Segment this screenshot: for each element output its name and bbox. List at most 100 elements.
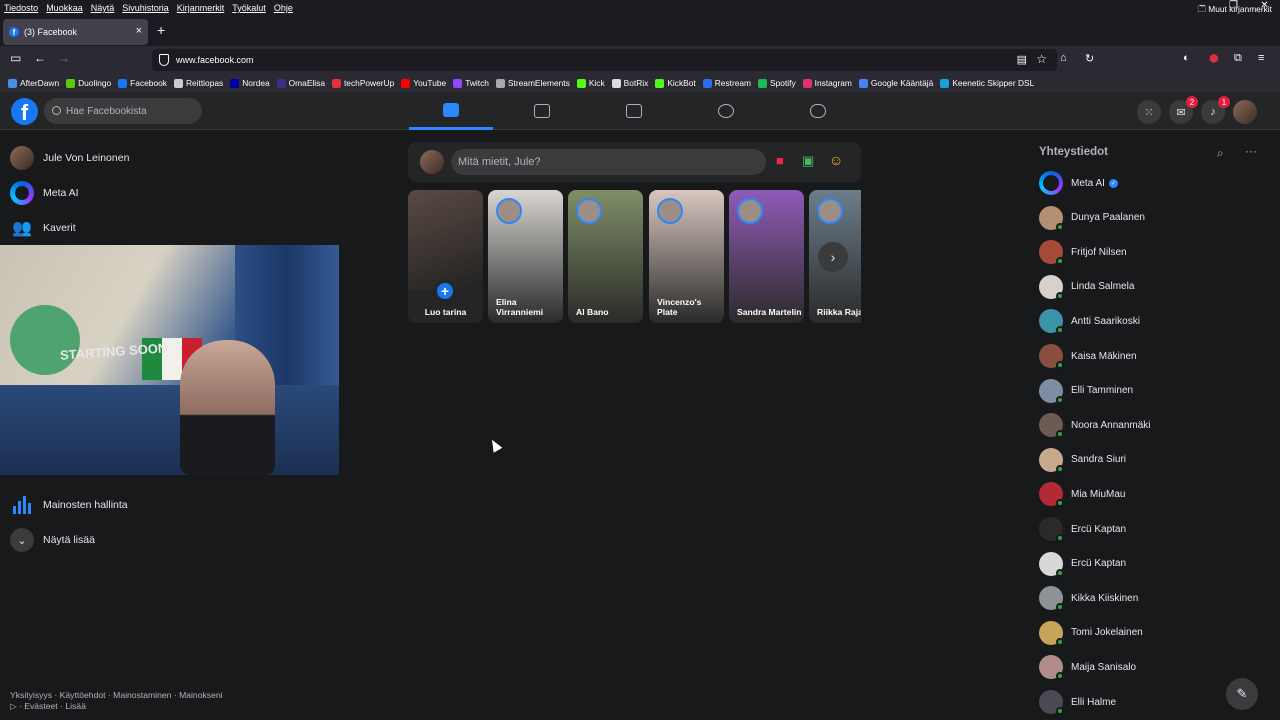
contact-item[interactable]: Meta AI ✓ — [1039, 171, 1118, 195]
nav-gaming[interactable] — [776, 92, 860, 130]
sidebar-item-profile[interactable]: Jule Von Leinonen — [10, 146, 129, 170]
contact-item[interactable]: Kaisa Mäkinen — [1039, 344, 1137, 369]
sidebar-show-more[interactable]: ⌄ Näytä lisää — [10, 528, 95, 552]
live-video-icon[interactable]: ■ — [776, 153, 784, 168]
bookmark-item[interactable]: Keenetic Skipper DSL — [940, 78, 1034, 88]
messenger-button[interactable]: ✉ 2 — [1169, 96, 1198, 124]
new-tab-button[interactable]: + — [157, 22, 165, 38]
bookmark-favicon-icon — [802, 78, 812, 88]
profile-avatar[interactable] — [1233, 100, 1257, 124]
bookmark-item[interactable]: OmaElisa — [276, 78, 325, 88]
nav-home[interactable] — [409, 92, 493, 130]
composer-input[interactable]: Mitä mietit, Jule? — [451, 149, 766, 175]
menu-file[interactable]: Tiedosto — [4, 3, 38, 13]
stories-next-button[interactable]: › — [818, 242, 848, 272]
facebook-search-input[interactable]: Hae Facebookista — [44, 98, 202, 124]
contact-item[interactable]: Mia MiuMau — [1039, 482, 1125, 508]
contact-item[interactable]: Linda Salmela — [1039, 274, 1134, 300]
sidebar-item-friends[interactable]: 👥 Kaverit — [10, 216, 76, 240]
bookmark-item[interactable]: Kick — [576, 78, 605, 88]
new-message-button[interactable]: ✎ — [1226, 678, 1258, 710]
menu-help[interactable]: Ohje — [274, 3, 293, 13]
nav-groups[interactable] — [684, 92, 768, 130]
bookmark-item[interactable]: Reittiopas — [173, 78, 223, 88]
menu-bookmarks[interactable]: Kirjanmerkit — [177, 3, 225, 13]
facebook-logo-icon[interactable]: f — [11, 98, 38, 125]
story-card[interactable]: Al Bano — [568, 190, 643, 323]
contact-item[interactable]: Elli Halme — [1039, 690, 1116, 715]
more-options-icon[interactable]: ··· — [1245, 144, 1257, 158]
avatar — [1039, 240, 1064, 266]
contact-item[interactable]: Fritjof Nilsen — [1039, 240, 1127, 266]
back-icon[interactable]: ← — [34, 51, 46, 65]
online-status-dot — [1056, 257, 1064, 266]
bookmark-favicon-icon — [495, 78, 505, 88]
photo-icon[interactable]: ▣ — [802, 153, 814, 169]
contact-item[interactable]: Tomi Jokelainen — [1039, 620, 1143, 646]
extensions-puzzle-icon[interactable]: ⧉ — [1234, 52, 1242, 65]
nav-video[interactable] — [500, 92, 584, 130]
sidebar-toggle-icon[interactable]: ▭ — [10, 51, 21, 65]
bookmark-item[interactable]: KickBot — [655, 78, 696, 88]
bookmark-item[interactable]: BotRix — [611, 78, 648, 88]
hamburger-menu-icon[interactable]: ≡ — [1258, 52, 1264, 64]
shield-icon[interactable] — [159, 54, 169, 66]
home-icon[interactable]: ⌂ — [1060, 52, 1067, 64]
contact-item[interactable]: Sandra Siuri — [1039, 447, 1126, 473]
reader-view-icon[interactable]: ▤ — [1017, 53, 1027, 66]
forward-icon[interactable]: → — [58, 51, 70, 65]
bookmark-item[interactable]: Google Kääntäjä — [858, 78, 933, 88]
home-icon — [443, 102, 459, 117]
contact-item[interactable]: Ercü Kaptan — [1039, 551, 1126, 577]
bookmark-star-icon[interactable]: ☆ — [1036, 52, 1047, 66]
meta-ai-icon — [1039, 171, 1063, 195]
contact-item[interactable]: Kikka Kiiskinen — [1039, 586, 1138, 612]
story-card[interactable]: Vincenzo's Plate — [649, 190, 724, 323]
sidebar-item-ads-manager[interactable]: Mainosten hallinta — [10, 493, 128, 517]
sidebar-item-meta-ai[interactable]: Meta AI — [10, 181, 79, 205]
contact-item[interactable]: Elli Tamminen — [1039, 378, 1133, 404]
extension-icon[interactable]: ◐ — [1183, 52, 1190, 64]
story-card[interactable]: Elina Virranniemi — [488, 190, 563, 323]
search-icon[interactable]: ⌕ — [1217, 146, 1224, 161]
bookmark-item[interactable]: StreamElements — [495, 78, 570, 88]
bookmark-label: Restream — [714, 78, 752, 88]
bookmark-item[interactable]: techPowerUp — [331, 78, 394, 88]
story-card[interactable]: Sandra Martelin — [729, 190, 804, 323]
contact-item[interactable]: Dunya Paalanen — [1039, 205, 1145, 231]
tab-close-icon[interactable]: × — [136, 25, 142, 37]
contact-item[interactable]: Ercü Kaptan — [1039, 517, 1126, 542]
footer-links[interactable]: Yksityisyys · Käyttöehdot · Mainostamine… — [10, 690, 223, 712]
contact-name: Noora Annanmäki — [1071, 419, 1151, 431]
bookmark-item[interactable]: Restream — [702, 78, 752, 88]
story-create[interactable]: + Luo tarina — [408, 190, 483, 323]
contact-item[interactable]: Noora Annanmäki — [1039, 413, 1151, 439]
online-status-dot — [1056, 430, 1064, 439]
bookmark-item[interactable]: Instagram — [802, 78, 852, 88]
bookmark-item[interactable]: Duolingo — [66, 78, 111, 88]
contact-item[interactable]: Antti Saarikoski — [1039, 309, 1140, 335]
bookmark-item[interactable]: YouTube — [401, 78, 446, 88]
bookmark-item[interactable]: Twitch — [453, 78, 489, 88]
bookmark-item[interactable]: Nordea — [230, 78, 270, 88]
menu-view[interactable]: Näytä — [91, 3, 115, 13]
menu-edit[interactable]: Muokkaa — [46, 3, 83, 13]
other-bookmarks[interactable]: 🗀 Muut kirjanmerkit — [1198, 4, 1272, 18]
nav-marketplace[interactable] — [592, 92, 676, 130]
bookmark-item[interactable]: AfterDawn — [8, 78, 59, 88]
bookmark-item[interactable]: Facebook — [118, 78, 167, 88]
reload-icon[interactable]: ↻ — [1085, 52, 1094, 65]
notifications-button[interactable]: ♪ 1 — [1201, 96, 1230, 124]
menu-tools[interactable]: Työkalut — [232, 3, 266, 13]
menu-history[interactable]: Sivuhistoria — [122, 3, 169, 13]
bookmark-item[interactable]: Spotify — [758, 78, 796, 88]
footer-line-1[interactable]: Yksityisyys · Käyttöehdot · Mainostamine… — [10, 690, 223, 701]
menu-grid-button[interactable]: ⁙ — [1137, 100, 1161, 124]
feeling-icon[interactable]: ☺ — [829, 152, 843, 168]
online-status-dot — [1056, 534, 1064, 542]
adblock-icon[interactable]: ⬢ — [1209, 52, 1219, 65]
url-bar[interactable]: www.facebook.com ▤ ☆ — [152, 49, 1057, 71]
contact-item[interactable]: Maija Sanisalo — [1039, 655, 1136, 681]
tab-facebook[interactable]: f (3) Facebook × — [3, 19, 148, 45]
footer-line-2[interactable]: ▷ · Evästeet · Lisää — [10, 701, 223, 712]
